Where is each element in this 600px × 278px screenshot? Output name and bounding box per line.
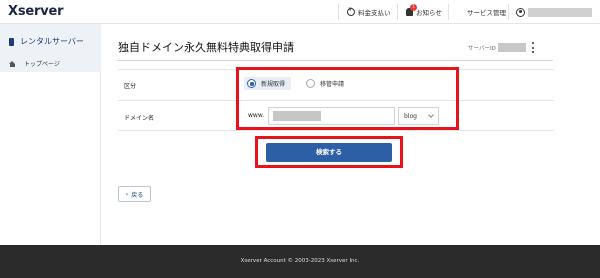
more-options-icon[interactable] [532, 42, 535, 53]
server-id-label: サーバーID [468, 45, 496, 52]
server-id-redacted [497, 43, 526, 52]
coin-icon [347, 7, 355, 16]
radio-new-registration[interactable]: 新規取得 [244, 77, 292, 90]
notice-link[interactable]: 1 お知らせ [406, 4, 442, 19]
billing-label: 料金支払い [358, 9, 391, 17]
services-link[interactable]: サービス管理 [456, 5, 506, 19]
services-label: サービス管理 [467, 9, 506, 17]
bell-icon: 1 [406, 4, 417, 16]
server-id: サーバーID [468, 43, 526, 52]
sidebar-section-label: レンタルサーバー [20, 37, 84, 46]
xserver-logo[interactable]: Xserver [8, 4, 63, 19]
radio-label: 新規取得 [261, 81, 286, 88]
sidebar-item-top-page[interactable]: トップページ [9, 59, 60, 68]
user-name-redacted[interactable] [528, 8, 592, 17]
user-icon [516, 7, 525, 17]
back-button[interactable]: ‹ 戻る [118, 186, 151, 202]
form-row-domain: ドメイン名 www. blog [118, 101, 554, 131]
title-divider [117, 60, 553, 61]
header-divider [448, 4, 449, 20]
radio-checked-icon [247, 79, 256, 88]
top-header: Xserver 料金支払い 1 お知らせ サービス管理 [0, 0, 600, 24]
radio-transfer[interactable]: 移管申請 [306, 79, 344, 88]
user-menu[interactable] [516, 5, 528, 19]
footer-copyright: Xserver Account © 2003-2023 Xserver Inc. [240, 258, 360, 264]
book-icon [9, 37, 14, 46]
back-label: 戻る [131, 191, 144, 199]
radio-label: 移管申請 [320, 81, 345, 88]
sidebar-item-rental-server[interactable]: レンタルサーバー [9, 36, 84, 47]
notice-label: お知らせ [416, 9, 442, 17]
domain-input[interactable] [268, 107, 395, 125]
domain-prefix: www. [248, 112, 265, 119]
tld-selected: blog [404, 113, 417, 120]
sidebar-item-label: トップページ [24, 61, 60, 68]
chevron-left-icon: ‹ [125, 190, 129, 198]
notice-badge: 1 [410, 4, 417, 11]
sidebar: レンタルサーバー トップページ [0, 24, 101, 245]
header-divider [508, 4, 509, 20]
tld-select[interactable]: blog [398, 107, 439, 125]
header-divider [397, 4, 398, 20]
form-row-kind: 区分 新規取得 移管申請 [118, 69, 554, 101]
page-title: 独自ドメイン永久無料特典取得申請 [118, 41, 294, 54]
domain-label: ドメイン名 [124, 115, 155, 122]
search-button[interactable]: 検索する [266, 143, 392, 162]
header-divider [338, 4, 339, 20]
radio-unchecked-icon [306, 79, 315, 88]
kind-label: 区分 [124, 83, 137, 90]
chevron-down-icon [428, 112, 434, 118]
footer: Xserver Account © 2003-2023 Xserver Inc. [0, 245, 600, 278]
home-icon [9, 60, 16, 67]
billing-link[interactable]: 料金支払い [347, 5, 391, 19]
grid-icon [456, 8, 464, 16]
